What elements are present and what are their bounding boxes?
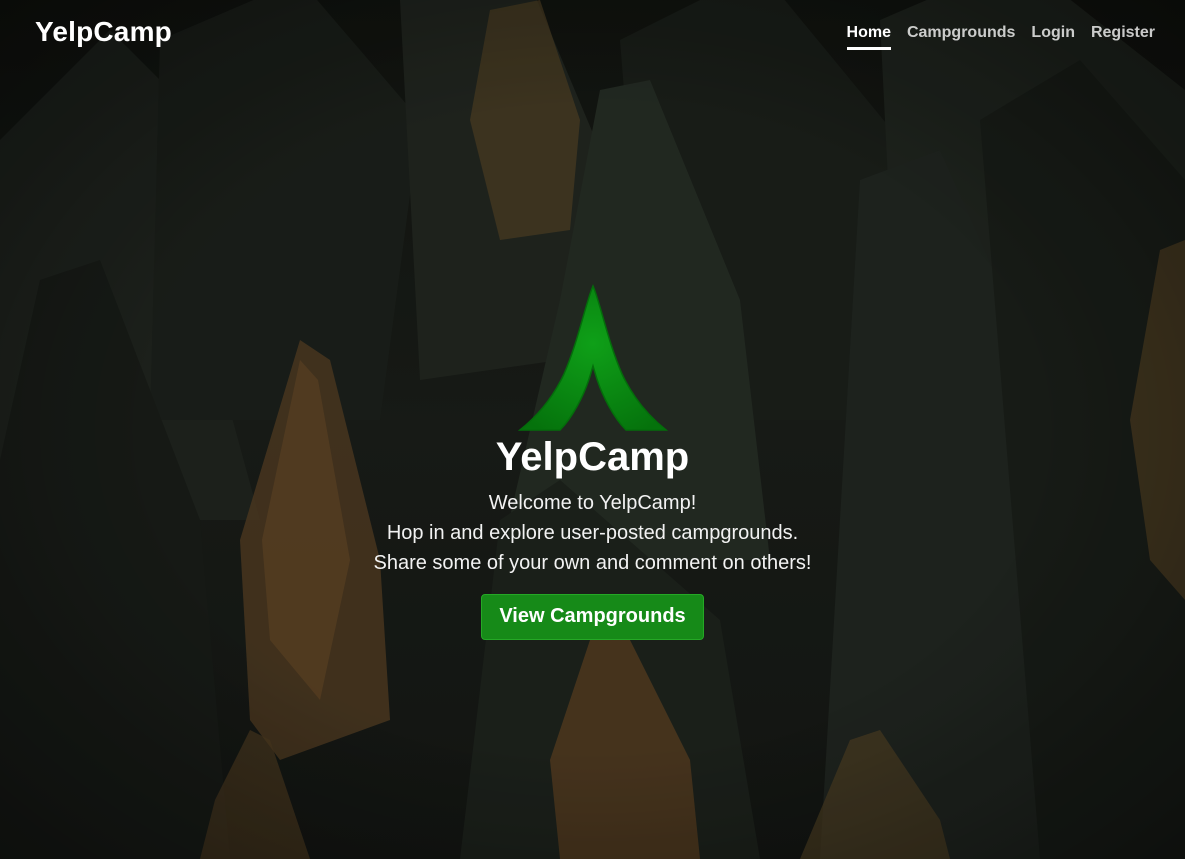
nav-link-login[interactable]: Login — [1031, 24, 1075, 50]
nav-link-campgrounds[interactable]: Campgrounds — [907, 24, 1015, 50]
hero-welcome-text: Welcome to YelpCamp! — [488, 492, 697, 514]
brand-logo-text[interactable]: YelpCamp — [35, 16, 172, 48]
hero-section: YelpCamp Welcome to YelpCamp! Hop in and… — [0, 282, 1185, 640]
nav-link-home[interactable]: Home — [846, 24, 891, 50]
view-campgrounds-button[interactable]: View Campgrounds — [481, 594, 704, 640]
nav-link-register[interactable]: Register — [1091, 24, 1155, 50]
hero-share-text: Share some of your own and comment on ot… — [373, 552, 812, 574]
tent-icon — [517, 284, 668, 431]
hero-title: YelpCamp — [495, 435, 690, 479]
landing-page: YelpCamp Home Campgrounds Login Register… — [0, 0, 1185, 859]
hero-explore-text: Hop in and explore user-posted campgroun… — [386, 522, 799, 544]
nav-links: Home Campgrounds Login Register — [846, 24, 1155, 50]
navbar: YelpCamp Home Campgrounds Login Register — [0, 0, 1185, 70]
